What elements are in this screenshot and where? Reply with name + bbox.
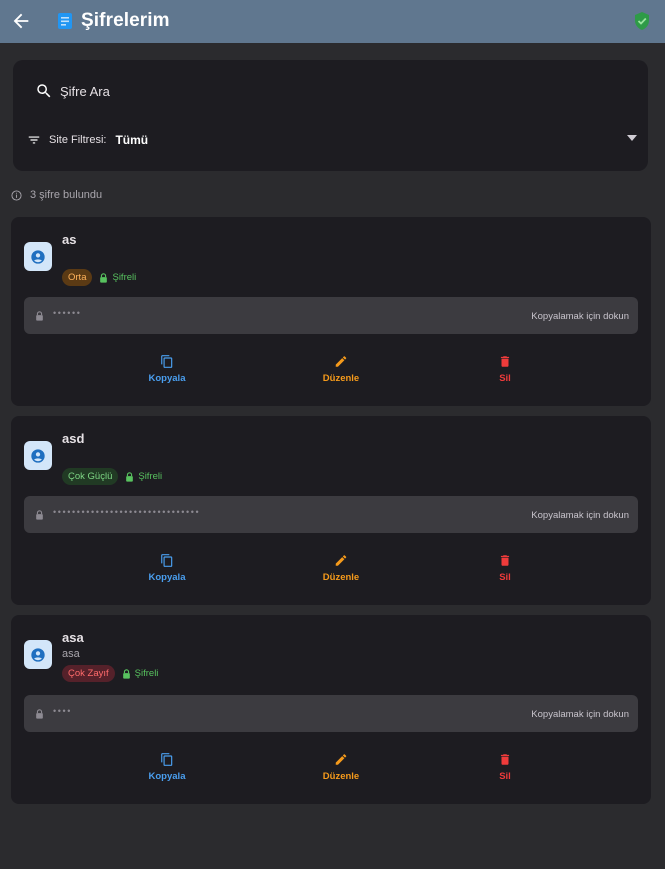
strength-badge: Çok Zayıf [62,665,115,682]
masked-password: ••••••••••••••••••••••••••••••• [53,507,201,517]
delete-label: Sil [499,373,511,384]
result-count-text: 3 şifre bulundu [30,189,103,201]
delete-icon [500,555,510,566]
back-arrow-icon[interactable] [10,10,32,32]
avatar [24,640,52,669]
dropdown-arrow-icon [627,135,637,141]
site-name: asd [62,431,85,446]
search-filter-card: Site Filtresi: Tümü [13,60,648,171]
masked-password: •••••• [53,308,82,318]
delete-icon [500,356,510,367]
key-icon [58,13,72,29]
copy-hint: Kopyalamak için dokun [531,311,629,322]
copy-icon [161,753,173,766]
encrypted-label: Şifreli [112,272,137,283]
lock-icon [126,471,134,482]
search-field[interactable] [35,82,580,100]
encrypted-badge: Şifreli [125,471,162,482]
edit-label: Düzenle [322,572,360,583]
copy-button[interactable]: Kopyala [127,553,207,583]
result-count: 3 şifre bulundu [11,189,102,201]
delete-button[interactable]: Sil [465,354,545,384]
password-card: asd Çok Güçlü Şifreli ••••••••••••••••••… [11,416,651,605]
username: asa [62,648,80,660]
lock-icon [100,272,108,283]
info-icon [11,189,22,201]
password-field[interactable]: •••• Kopyalamak için dokun [24,695,638,732]
filter-icon [28,136,40,144]
copy-hint: Kopyalamak için dokun [531,709,629,720]
edit-label: Düzenle [322,771,360,782]
copy-icon [161,554,173,567]
edit-icon [335,754,347,765]
copy-label: Kopyala [148,373,186,384]
edit-icon [335,555,347,566]
search-input[interactable] [60,83,580,99]
strength-badge: Orta [62,269,93,286]
app-bar: Şifrelerim [0,0,665,43]
delete-icon [500,754,510,765]
badge-row: Çok Zayıf Şifreli [62,665,158,682]
strength-badge: Çok Güçlü [62,468,119,485]
edit-label: Düzenle [322,373,360,384]
delete-button[interactable]: Sil [465,752,545,782]
password-card: asa asa Çok Zayıf Şifreli •••• Kopyalama… [11,615,651,804]
edit-button[interactable]: Düzenle [301,752,381,782]
copy-label: Kopyala [148,572,186,583]
delete-button[interactable]: Sil [465,553,545,583]
password-card: as Orta Şifreli •••••• Kopyalamak için d… [11,217,651,406]
masked-password: •••• [53,706,73,716]
delete-label: Sil [499,771,511,782]
site-name: as [62,232,77,247]
copy-icon [161,355,173,368]
badge-row: Orta Şifreli [62,269,136,286]
delete-label: Sil [499,572,511,583]
password-field[interactable]: •••••• Kopyalamak için dokun [24,297,638,334]
encrypted-badge: Şifreli [122,668,159,679]
title-group: Şifrelerim [57,10,170,32]
copy-label: Kopyala [148,771,186,782]
account-icon [31,249,45,264]
account-icon [31,448,45,463]
avatar [24,242,52,271]
lock-icon [36,709,43,719]
encrypted-label: Şifreli [138,471,163,482]
lock-icon [36,311,43,321]
copy-button[interactable]: Kopyala [127,354,207,384]
search-icon [37,84,51,98]
filter-selected-value: Tümü [115,133,149,147]
password-field[interactable]: ••••••••••••••••••••••••••••••• Kopyalam… [24,496,638,533]
filter-label: Site Filtresi: [49,134,107,146]
lock-icon [36,510,43,520]
page-title: Şifrelerim [81,10,170,31]
encrypted-label: Şifreli [134,668,159,679]
edit-icon [335,356,347,367]
shield-icon[interactable] [633,11,651,31]
encrypted-badge: Şifreli [99,272,136,283]
lock-icon [122,668,130,679]
avatar [24,441,52,470]
site-name: asa [62,630,84,645]
account-icon [31,647,45,662]
site-filter-dropdown[interactable]: Site Filtresi: Tümü [27,130,637,150]
copy-hint: Kopyalamak için dokun [531,510,629,521]
copy-button[interactable]: Kopyala [127,752,207,782]
edit-button[interactable]: Düzenle [301,553,381,583]
badge-row: Çok Güçlü Şifreli [62,468,162,485]
edit-button[interactable]: Düzenle [301,354,381,384]
